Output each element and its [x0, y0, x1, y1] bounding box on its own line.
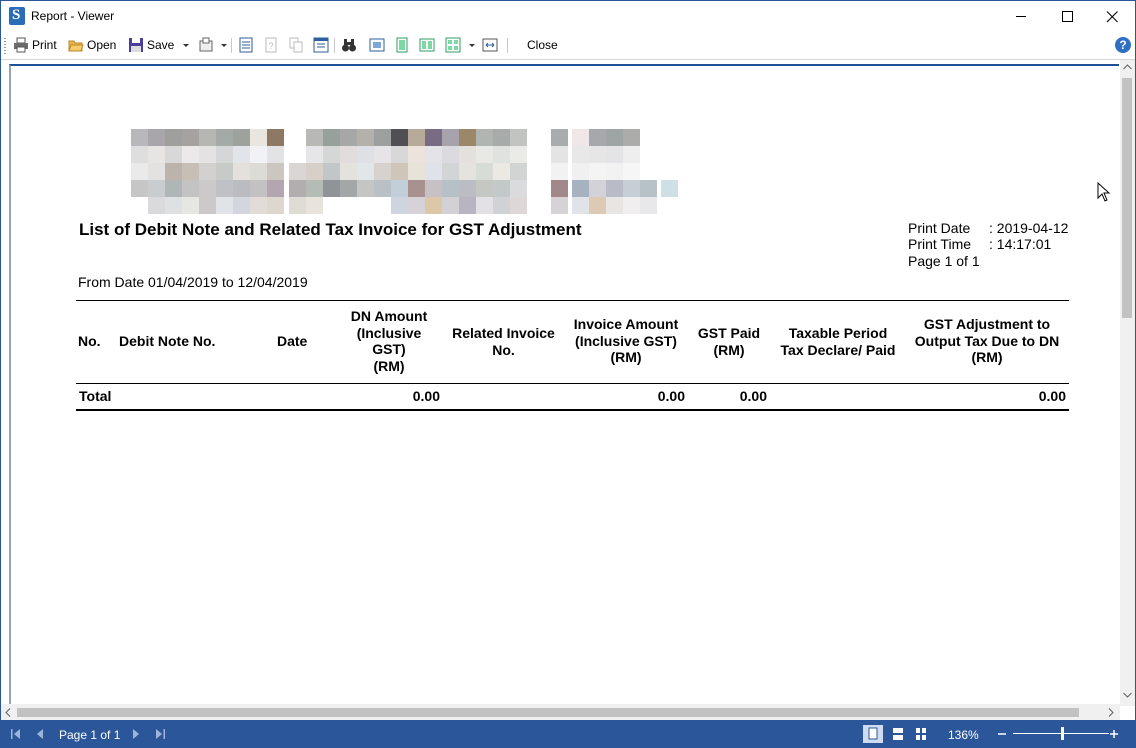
print-time-value: : 14:17:01	[989, 236, 1052, 252]
header-bottom-rule	[76, 383, 1069, 384]
next-page-icon[interactable]	[129, 727, 143, 741]
zoom-out-icon[interactable]	[997, 729, 1007, 739]
single-page-icon[interactable]	[369, 37, 385, 53]
save-label: Save	[147, 38, 175, 52]
close-window-button[interactable]	[1089, 1, 1135, 32]
print-button[interactable]: Print	[13, 36, 57, 54]
save-icon	[129, 38, 143, 52]
table-top-rule	[76, 300, 1069, 301]
zoom-level: 136%	[948, 728, 979, 742]
toolbar-separator	[231, 38, 232, 53]
single-page-view-button[interactable]	[863, 725, 883, 743]
total-bottom-rule	[76, 409, 1069, 411]
continuous-view-button[interactable]	[888, 725, 908, 743]
status-bar: Page 1 of 1 136%	[1, 720, 1135, 747]
column-header-gst-adjustment: GST Adjustment to Output Tax Due to DN (…	[914, 316, 1060, 365]
full-screen-icon[interactable]	[482, 37, 498, 53]
toolbar: Print Open Save ? Close	[1, 32, 1135, 60]
total-gst-paid: 0.00	[739, 388, 767, 404]
title-bar: Report - Viewer	[1, 1, 1135, 32]
first-page-icon[interactable]	[9, 727, 23, 741]
scroll-right-arrow-icon[interactable]	[1108, 708, 1114, 717]
print-date-label: Print Date	[908, 220, 971, 236]
save-button[interactable]: Save	[128, 36, 174, 54]
column-header-date: Date	[277, 333, 308, 349]
minimize-button[interactable]	[998, 1, 1044, 32]
page-width-icon[interactable]	[394, 37, 410, 53]
binoculars-icon[interactable]	[341, 37, 357, 53]
last-page-icon[interactable]	[153, 727, 167, 741]
zoom-in-icon[interactable]	[1109, 729, 1119, 739]
total-label: Total	[79, 388, 112, 404]
page-number-text: Page 1 of 1	[908, 253, 980, 269]
report-title: List of Debit Note and Related Tax Invoi…	[79, 220, 582, 239]
open-button[interactable]: Open	[68, 36, 116, 54]
column-header-invoice-amount: Invoice Amount (Inclusive GST) (RM)	[573, 316, 679, 365]
total-dn-amount: 0.00	[412, 388, 440, 404]
save-dropdown-icon[interactable]	[183, 44, 189, 47]
svg-text:?: ?	[268, 41, 273, 51]
column-header-no: No.	[78, 333, 101, 349]
multi-page-view-button[interactable]	[911, 725, 931, 743]
close-report-button[interactable]: Close	[527, 36, 558, 54]
toolbar-grip[interactable]	[4, 38, 6, 54]
document-map-icon[interactable]	[238, 37, 254, 53]
zoom-slider-thumb[interactable]	[1061, 727, 1064, 740]
total-invoice-amount: 0.00	[657, 388, 685, 404]
continuous-view-icon	[893, 728, 903, 740]
close-icon	[1106, 11, 1118, 23]
report-viewer-window: Report - Viewer Print Open Save	[0, 0, 1136, 748]
horizontal-scroll-thumb[interactable]	[17, 708, 1079, 717]
open-label: Open	[87, 38, 117, 52]
page-indicator: Page 1 of 1	[59, 728, 121, 742]
toolbar-separator	[507, 38, 508, 53]
column-header-debit-note-no: Debit Note No.	[119, 333, 216, 349]
parameters-icon[interactable]: ?	[263, 37, 279, 53]
date-range-text: From Date 01/04/2019 to 12/04/2019	[78, 274, 308, 290]
scroll-left-arrow-icon[interactable]	[5, 708, 11, 717]
printer-icon	[14, 37, 28, 53]
vertical-scroll-thumb[interactable]	[1122, 78, 1132, 318]
two-pages-icon[interactable]	[419, 37, 435, 53]
maximize-button[interactable]	[1044, 1, 1090, 32]
column-header-dn-amount: DN Amount (Inclusive GST) (RM)	[350, 308, 428, 374]
folder-open-icon	[68, 40, 84, 52]
maximize-icon	[1062, 11, 1073, 22]
single-page-view-icon	[868, 727, 878, 740]
close-label: Close	[527, 38, 558, 52]
minimize-icon	[1016, 16, 1026, 17]
app-logo-icon	[9, 7, 25, 25]
window-title: Report - Viewer	[31, 9, 115, 23]
scroll-up-arrow-icon[interactable]	[1123, 64, 1132, 70]
copy-icon[interactable]	[288, 37, 304, 53]
column-header-related-invoice-no: Related Invoice No.	[452, 325, 555, 358]
report-viewer-area: List of Debit Note and Related Tax Invoi…	[1, 60, 1135, 720]
print-time-label: Print Time	[908, 236, 972, 252]
export-icon[interactable]	[198, 37, 214, 53]
column-header-gst-paid: GST Paid (RM)	[697, 325, 761, 358]
previous-page-icon[interactable]	[33, 727, 47, 741]
multi-page-view-icon	[916, 728, 926, 740]
redacted-company-header	[131, 129, 678, 214]
column-header-taxable-period: Taxable Period Tax Declare/ Paid	[780, 325, 896, 358]
help-button[interactable]: ?	[1115, 37, 1131, 53]
export-dropdown-icon[interactable]	[221, 44, 227, 47]
toolbar-separator	[334, 38, 335, 53]
total-gst-adjustment: 0.00	[1038, 388, 1066, 404]
print-date-value: : 2019-04-12	[989, 220, 1069, 236]
mouse-cursor-icon	[1097, 182, 1111, 202]
print-label: Print	[32, 38, 57, 52]
multiple-pages-dropdown-icon[interactable]	[469, 44, 475, 47]
multiple-pages-icon[interactable]	[445, 37, 461, 53]
page-setup-icon[interactable]	[313, 37, 329, 53]
scroll-down-arrow-icon[interactable]	[1123, 692, 1132, 698]
